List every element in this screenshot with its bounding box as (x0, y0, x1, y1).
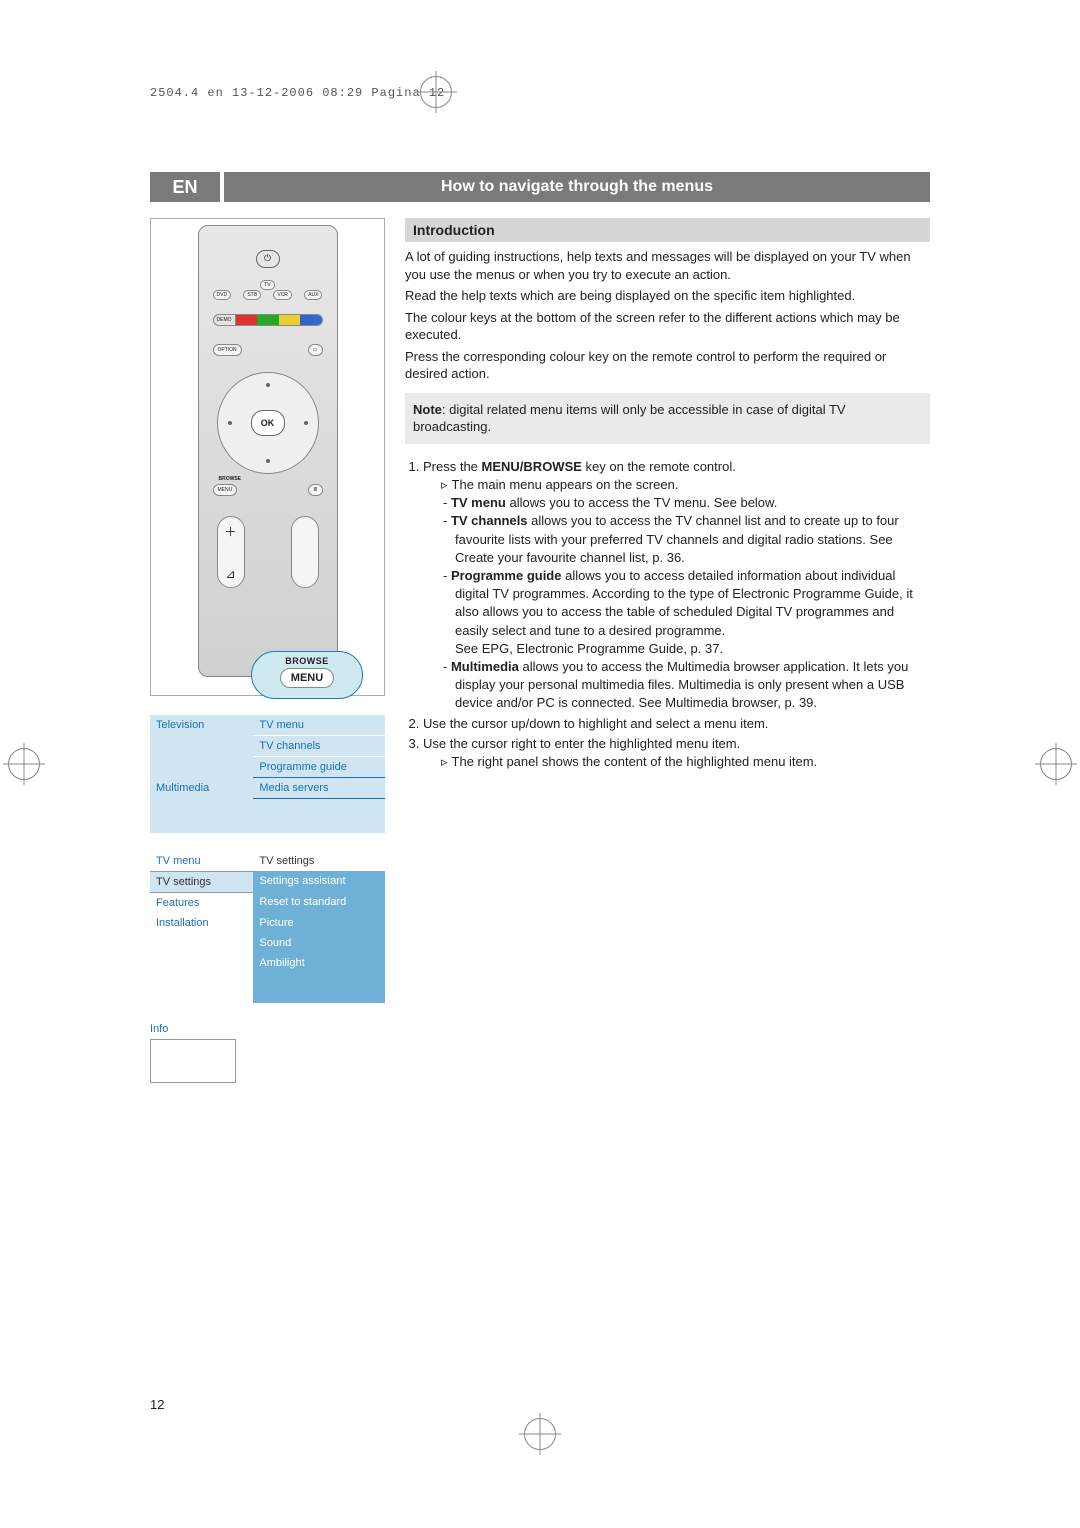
src-vcr: VCR (273, 290, 292, 300)
bullet-pg-see: See EPG, Electronic Programme Guide, p. … (423, 640, 930, 658)
menu2-features: Features (150, 892, 253, 913)
step-3: Use the cursor right to enter the highli… (423, 735, 930, 771)
power-button-icon: ⏻ (256, 250, 280, 268)
bullet-multimedia: Multimedia allows you to access the Mult… (423, 658, 930, 713)
option-button: OPTION (213, 344, 242, 356)
dpad-down-icon (266, 459, 270, 463)
steps-list: Press the MENU/BROWSE key on the remote … (405, 458, 930, 771)
info-box (150, 1039, 236, 1083)
volume-rocker: ＋ ⊿ (217, 516, 245, 588)
language-badge: EN (150, 172, 220, 202)
color-key-row: DEMO (213, 314, 323, 326)
main-menu-screenshot: Television TV menu TV channels Programme… (150, 714, 385, 833)
page-title: How to navigate through the menus (224, 172, 930, 202)
registration-mark-left (8, 748, 40, 780)
tv-menu-screenshot: TV menu TV settings TV settings Settings… (150, 851, 385, 1003)
bullet-tv-menu: TV menu allows you to access the TV menu… (423, 494, 930, 512)
src-stb: STB (243, 290, 261, 300)
ok-button: OK (251, 410, 285, 436)
menu2-tv-settings-top: TV settings (253, 851, 385, 872)
bullet-programme-guide: Programme guide allows you to access det… (423, 567, 930, 640)
menu-browse-callout: BROWSE MENU (251, 651, 363, 699)
bullet-tv-channels: TV channels allows you to access the TV … (423, 512, 930, 567)
red-key-icon (236, 315, 258, 325)
step-1-result: The main menu appears on the screen. (423, 476, 930, 494)
menu2-installation: Installation (150, 913, 253, 933)
section-header-introduction: Introduction (405, 218, 930, 242)
registration-mark-right (1040, 748, 1072, 780)
info-label: Info (150, 1023, 385, 1035)
print-header-meta: 2504.4 en 13-12-2006 08:29 Pagina 12 (150, 86, 445, 100)
menu2-tv-settings-sel: TV settings (150, 871, 253, 892)
yellow-key-icon (279, 315, 301, 325)
menu2-sound: Sound (253, 933, 385, 953)
step-3-result: The right panel shows the content of the… (423, 753, 930, 771)
browse-label-small: BROWSE (219, 476, 242, 482)
menu2-tv-menu: TV menu (150, 851, 253, 872)
src-tv: TV (260, 280, 274, 290)
dpad-right-icon (304, 421, 308, 425)
list-button-icon: ≣ (308, 484, 322, 496)
guide-button-icon: ▭ (308, 344, 323, 356)
menu2-picture: Picture (253, 913, 385, 933)
page-number: 12 (150, 1397, 164, 1412)
dpad: OK (217, 372, 319, 474)
menu1-media-servers: Media servers (253, 778, 385, 799)
step-2: Use the cursor up/down to highlight and … (423, 715, 930, 733)
menu1-left-television: Television (150, 715, 253, 736)
src-aux: AUX (304, 290, 322, 300)
dpad-up-icon (266, 383, 270, 387)
note-box: Note: digital related menu items will on… (405, 393, 930, 444)
menu1-programme-guide: Programme guide (253, 757, 385, 778)
blue-key-icon (300, 315, 322, 325)
callout-menu-label: MENU (280, 668, 334, 688)
menu1-tv-channels: TV channels (253, 736, 385, 757)
menu2-settings-assistant: Settings assistant (253, 871, 385, 892)
callout-browse-label: BROWSE (252, 656, 362, 666)
menu2-reset: Reset to standard (253, 892, 385, 913)
step-1: Press the MENU/BROWSE key on the remote … (423, 458, 930, 713)
dpad-left-icon (228, 421, 232, 425)
channel-rocker (291, 516, 319, 588)
menu-button-small: MENU (213, 484, 238, 496)
demo-label: DEMO (214, 315, 236, 325)
menu2-ambilight: Ambilight (253, 953, 385, 973)
registration-mark-top (420, 76, 452, 108)
menu1-tv-menu: TV menu (253, 715, 385, 736)
intro-text: A lot of guiding instructions, help text… (405, 248, 930, 383)
title-bar: EN How to navigate through the menus (150, 172, 930, 202)
registration-mark-bottom (524, 1418, 556, 1450)
remote-illustration: ⏻ TV DVD STB VCR AUX DEMO (150, 218, 385, 696)
src-dvd: DVD (213, 290, 232, 300)
menu1-left-multimedia: Multimedia (150, 778, 253, 799)
green-key-icon (257, 315, 279, 325)
